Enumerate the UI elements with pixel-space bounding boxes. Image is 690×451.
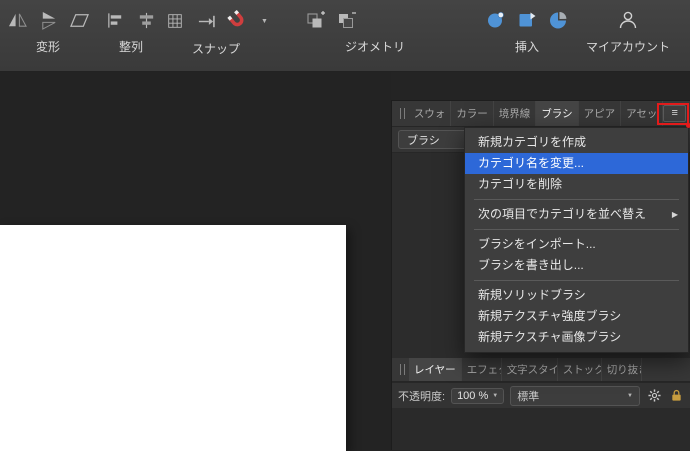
blend-mode-dropdown[interactable]: 標準 ▼ bbox=[510, 386, 640, 406]
toolbar-label-account: マイアカウント bbox=[586, 38, 670, 55]
menu-separator bbox=[474, 199, 679, 200]
magnet-icon[interactable] bbox=[226, 9, 250, 33]
opacity-label: 不透明度: bbox=[398, 388, 445, 404]
add-geometry-icon[interactable] bbox=[305, 9, 327, 31]
panel-menu-button[interactable]: ≡ bbox=[663, 105, 686, 122]
flip-vertical-icon[interactable] bbox=[37, 9, 59, 31]
insert-rectangle-icon[interactable] bbox=[516, 9, 538, 31]
insert-pie-icon[interactable] bbox=[547, 9, 569, 31]
align-center-icon[interactable] bbox=[136, 9, 158, 31]
account-icon[interactable] bbox=[617, 9, 639, 31]
main-toolbar: 変形 整列 ▼ スナップ bbox=[0, 0, 690, 72]
subtract-geometry-icon[interactable] bbox=[336, 9, 358, 31]
menu-item-sort-categories-label: 次の項目でカテゴリを並べ替え bbox=[478, 204, 646, 225]
shear-icon[interactable] bbox=[68, 9, 90, 31]
tab-stock[interactable]: ストック bbox=[558, 358, 602, 381]
flip-horizontal-icon[interactable] bbox=[6, 9, 28, 31]
tab-swatches[interactable]: スウォ bbox=[409, 101, 452, 126]
tab-assets[interactable]: アセッ bbox=[621, 101, 663, 126]
toolbar-group-account: マイアカウント bbox=[584, 9, 672, 55]
menu-item-export-brushes[interactable]: ブラシを書き出し... bbox=[465, 255, 688, 276]
menu-separator bbox=[474, 229, 679, 230]
move-snap-icon[interactable] bbox=[195, 10, 217, 32]
brush-panel-context-menu: 新規カテゴリを作成 カテゴリ名を変更... カテゴリを削除 次の項目でカテゴリを… bbox=[464, 127, 689, 353]
align-left-icon[interactable] bbox=[105, 9, 127, 31]
toolbar-group-align: 整列 bbox=[98, 9, 164, 55]
tab-color[interactable]: カラー bbox=[451, 101, 494, 126]
tab-crop[interactable]: 切り抜き bbox=[602, 358, 642, 381]
tab-layers[interactable]: レイヤー bbox=[409, 358, 462, 381]
document-page[interactable] bbox=[0, 225, 346, 451]
toolbar-group-transform: 変形 bbox=[2, 9, 94, 55]
blend-mode-value: 標準 bbox=[517, 388, 539, 404]
opacity-value: 100 % bbox=[457, 390, 488, 402]
toolbar-label-geometry: ジオメトリ bbox=[345, 38, 405, 55]
insert-ellipse-icon[interactable] bbox=[485, 9, 507, 31]
tab-effects[interactable]: エフェクト bbox=[462, 358, 502, 381]
gear-icon[interactable] bbox=[646, 388, 662, 404]
layers-list-area bbox=[392, 408, 690, 450]
tab-brushes[interactable]: ブラシ bbox=[536, 101, 578, 126]
tab-appearance[interactable]: アピア bbox=[579, 101, 622, 126]
layers-options-row: 不透明度: 100 % ▼ 標準 ▼ bbox=[392, 382, 690, 408]
menu-item-new-solid-brush[interactable]: 新規ソリッドブラシ bbox=[465, 285, 688, 306]
menu-item-new-texture-image-brush[interactable]: 新規テクスチャ画像ブラシ bbox=[465, 327, 688, 348]
lock-icon[interactable] bbox=[668, 388, 684, 404]
tab-text-styles[interactable]: 文字スタイル bbox=[502, 358, 558, 381]
toolbar-group-insert: 挿入 bbox=[478, 9, 576, 55]
blend-mode-caret-icon: ▼ bbox=[627, 393, 633, 399]
toolbar-group-geometry: ジオメトリ bbox=[300, 9, 450, 55]
opacity-caret-icon: ▼ bbox=[492, 393, 498, 399]
submenu-arrow-icon: ▶ bbox=[672, 204, 678, 225]
toolbar-label-snap: スナップ bbox=[192, 40, 240, 57]
toolbar-label-insert: 挿入 bbox=[515, 38, 539, 55]
toolbar-label-transform: 変形 bbox=[36, 38, 60, 55]
panel-drag-grip[interactable] bbox=[400, 108, 405, 119]
brush-panel-tabbar: スウォ カラー 境界線 ブラシ アピア アセッ ≡ bbox=[392, 101, 690, 127]
grid-snap-icon[interactable] bbox=[164, 10, 186, 32]
layers-panel-tabbar: レイヤー エフェクト 文字スタイル ストック 切り抜き bbox=[392, 358, 690, 382]
toolbar-label-align: 整列 bbox=[119, 38, 143, 55]
opacity-value-dropdown[interactable]: 100 % ▼ bbox=[451, 388, 504, 404]
brush-category-value: ブラシ bbox=[407, 132, 440, 148]
hamburger-icon: ≡ bbox=[671, 108, 677, 119]
canvas-area[interactable] bbox=[0, 72, 391, 450]
menu-item-rename-category[interactable]: カテゴリ名を変更... bbox=[465, 153, 688, 174]
toolbar-group-snap: ▼ スナップ bbox=[156, 9, 276, 57]
menu-item-sort-categories[interactable]: 次の項目でカテゴリを並べ替え ▶ bbox=[465, 204, 688, 225]
menu-item-new-texture-intensity-brush[interactable]: 新規テクスチャ強度ブラシ bbox=[465, 306, 688, 327]
tab-stroke[interactable]: 境界線 bbox=[494, 101, 537, 126]
menu-item-delete-category[interactable]: カテゴリを削除 bbox=[465, 174, 688, 195]
menu-item-new-category[interactable]: 新規カテゴリを作成 bbox=[465, 132, 688, 153]
menu-separator bbox=[474, 280, 679, 281]
menu-item-import-brushes[interactable]: ブラシをインポート... bbox=[465, 234, 688, 255]
panel-drag-grip-lower[interactable] bbox=[400, 364, 405, 375]
magnet-dropdown-caret[interactable]: ▼ bbox=[261, 18, 268, 25]
